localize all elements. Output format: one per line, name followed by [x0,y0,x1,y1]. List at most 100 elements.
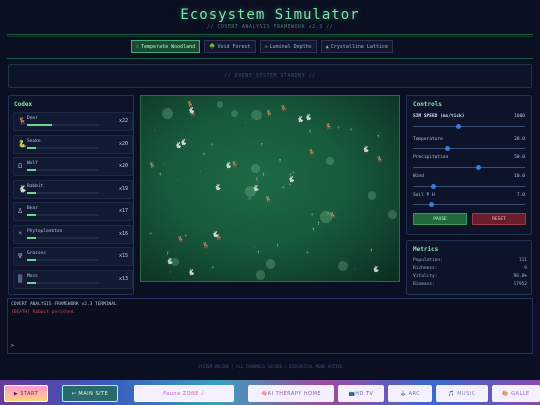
precipitation-label: Precipitation [413,155,449,160]
species-count: x19 [118,185,128,192]
moss-patch-icon [367,191,377,200]
moss-patch-icon [244,185,257,197]
tab-label: Void Forest [217,43,251,50]
sprout-icon: ↑ [308,127,312,135]
terminal-panel[interactable]: COVERT ANALYSIS FRAMEWORK v2.3 TERMINAL … [7,298,533,354]
tab-label: Luminal Depths [269,43,312,50]
slider-handle[interactable] [444,146,450,151]
species-count: x22 [118,118,128,124]
species-icon: Δ [18,207,23,215]
main-site-button[interactable]: ↩ MAIN SITE [62,385,118,402]
controls-title: Controls [413,101,442,108]
sim-speed-slider[interactable] [413,124,525,129]
slider-handle[interactable] [475,165,481,170]
codex-title: Codex [14,101,33,108]
sprout-icon: ↑ [202,151,206,159]
gallery-button[interactable]: 🎨 GALLE [492,385,540,402]
tab-void-forest[interactable]: 🌳 Void Forest [204,40,256,53]
codex-item-grasses[interactable]: Ψ Grasses x15 [13,247,133,266]
species-bar [27,214,99,216]
reset-button[interactable]: RESET [472,213,526,225]
soil-ph-value: 7.0 [516,193,525,198]
sprout-icon: ↑ [255,175,259,183]
plankton-icon: ✧ [305,248,310,256]
wind-value: 10.0 [514,174,525,179]
soil-ph-label: Soil P H [413,193,435,198]
species-bar-fill [27,191,36,194]
species-bar [27,259,99,261]
deer-icon: 🦌 [325,123,333,131]
pause-button[interactable]: PAUSE [413,213,467,225]
terminal-prompt[interactable]: > [11,343,14,349]
species-bar-fill [27,124,53,126]
slider-handle[interactable] [428,202,434,207]
dot-icon: · [152,127,157,135]
sprout-icon: ↑ [256,249,261,257]
rabbit-icon: 🐇 [304,114,313,122]
deer-icon: 🦌 [186,101,194,109]
species-name: Wolf [27,161,38,166]
species-icon: 🐍 [18,139,27,148]
arc-button[interactable]: 🕹 ARC [388,385,432,402]
dot-icon: · [162,161,166,169]
sprout-icon: ↑ [261,171,266,179]
metric-value: 98.0% [513,274,527,279]
species-count: x17 [118,208,128,214]
slider-handle[interactable] [431,184,437,189]
precipitation-slider[interactable] [413,165,525,170]
dot-icon: · [253,140,258,148]
sim-speed-label: SIM SPEED (ms/tick) [413,114,465,119]
codex-item-wolf[interactable]: Ω Wolf x20 [13,157,133,176]
codex-item-bear[interactable]: Δ Bear x17 [13,202,133,221]
rabbit-icon: 🐇 [214,184,222,191]
metric-value: 17952 [513,282,527,287]
rabbit-icon: 🐇 [211,231,220,239]
ecosystem-world-view[interactable]: 🦌 🐇 · ↑ ✧ 🦌 🐇 · ↑ ✧ 🦌 🐇 · ↑ ✧ 🦌 🐇 · ↑ ✧ 🦌 🐇 · ↑ ✧ 🦌 🐇 · ↑ ✧ 🦌 🐇 · ↑ ✧ 🦌 🐇 · ↑ ✧… [140,95,400,282]
temperature-label: Temperature [413,137,443,142]
species-count: x20 [118,163,128,169]
ai-therapy-button[interactable]: 🧠AI THERAPY HOME [248,385,334,402]
codex-item-snake[interactable]: 🐍 Snake x20 [13,134,133,154]
codex-item-deer[interactable]: 🦌 Deer x22 [13,112,133,131]
moss-patch-icon [250,163,261,174]
music-button[interactable]: 🎵 MUSIC [436,385,488,402]
metric-biomass: Biomass: 17952 [413,282,527,287]
codex-item-rabbit[interactable]: 🐇 Rabbit x19 [13,179,133,199]
sprout-icon: ↑ [259,141,264,149]
slider-handle[interactable] [455,124,461,129]
temperature-value: 20.0 [514,137,525,142]
metric-population: Population: 111 [413,258,527,263]
tab-luminal-depths[interactable]: ≈ Luminal Depths [259,40,317,53]
species-bar [27,236,99,239]
tab-temperate-woodland[interactable]: ♧ Temperate Woodland [131,40,201,53]
sprout-icon: ↑ [278,157,282,165]
dot-icon: · [175,176,180,184]
wind-slider[interactable] [413,184,525,189]
fauna-zone-button[interactable]: Fauna ZONE ♪ [134,385,234,402]
terminal-log-line: [DEATH] Rabbit perished. [11,310,77,315]
codex-item-phytoplankton[interactable]: * Phytoplankton x16 [13,224,133,244]
metric-label: Richness: [413,266,438,271]
metrics-panel: Metrics Population: 111 Richness: 9 Vita… [406,240,532,295]
triangle-icon: ▲ [325,43,329,50]
precipitation-value: 50.0 [514,155,525,160]
tab-crystalline-lattice[interactable]: ▲ Crystalline Lattice [320,40,393,53]
moss-patch-icon [325,156,334,165]
moss-patch-icon [337,260,348,271]
moss-patch-icon [161,108,173,120]
deer-icon: 🦌 [308,148,316,156]
plankton-icon: ✧ [336,124,341,132]
moss-patch-icon [251,109,262,121]
soil-ph-slider[interactable] [413,202,525,207]
start-button[interactable]: ▶ START [4,385,48,402]
species-bar-fill [27,281,36,284]
plankton-icon: ✧ [310,210,315,218]
species-name: Bear [27,206,38,211]
species-count: x16 [118,230,128,237]
hd-tv-button[interactable]: 📺HD.TV [338,385,384,402]
rabbit-icon: 🐇 [224,161,233,169]
deer-icon: 🦌 [202,242,210,250]
codex-item-moss[interactable]: ▒ Moss x13 [13,269,133,289]
temperature-slider[interactable] [413,146,525,151]
metric-label: Population: [413,258,443,263]
